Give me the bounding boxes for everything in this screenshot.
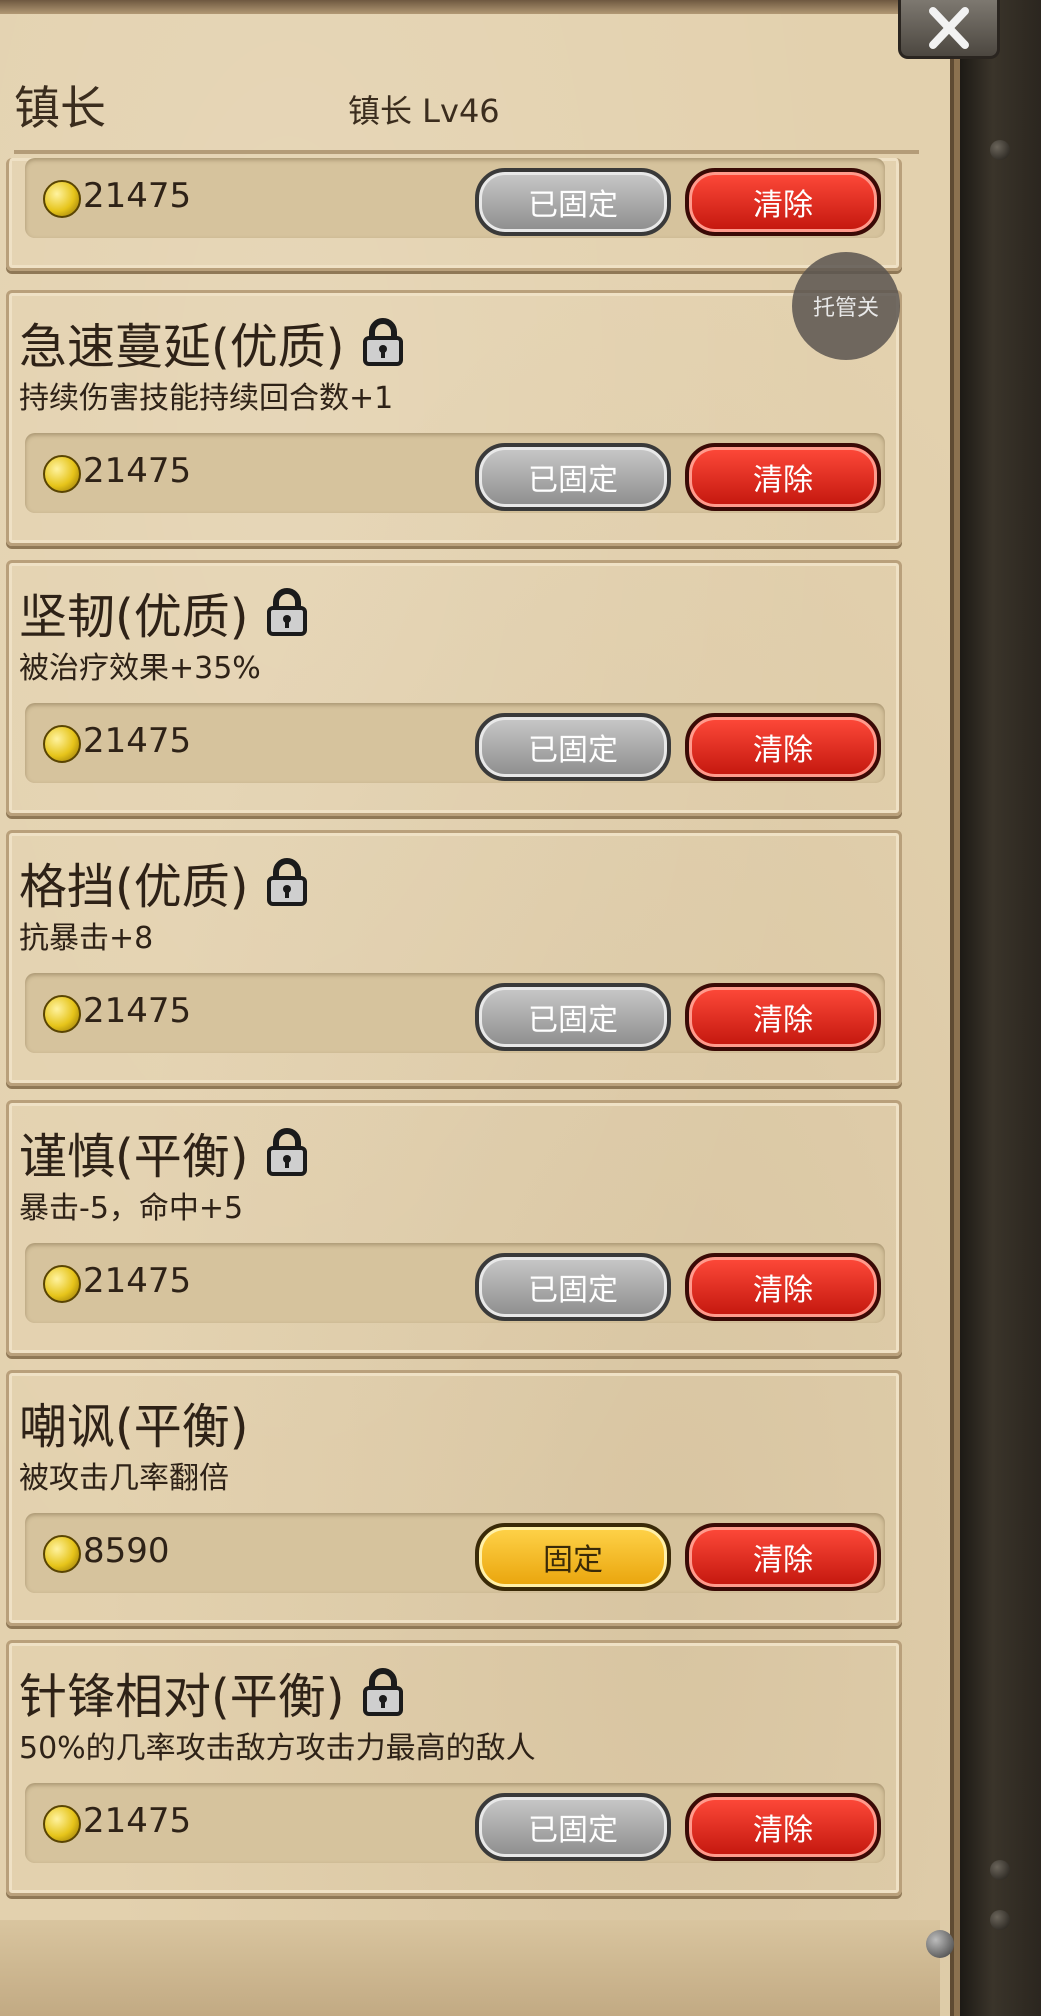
skill-row: 21475 已固定 清除 (25, 1783, 885, 1863)
cost-value: 21475 (83, 991, 192, 1031)
cost-value: 21475 (83, 1801, 192, 1841)
skill-title-text: 格挡(优质) (19, 859, 249, 915)
coin-icon (43, 725, 81, 763)
skill-title: 针锋相对(平衡) (19, 1657, 404, 1727)
close-button[interactable] (898, 0, 1000, 59)
lock-icon[interactable] (362, 1668, 404, 1716)
skill-row: 21475 已固定 清除 (25, 158, 885, 238)
fixed-button[interactable]: 已固定 (475, 983, 671, 1051)
skill-row: 8590 固定 清除 (25, 1513, 885, 1593)
skill-row: 21475 已固定 清除 (25, 703, 885, 783)
skill-title: 格挡(优质) (19, 847, 308, 917)
coin-icon (43, 995, 81, 1033)
cost-value: 21475 (83, 721, 192, 761)
page-title: 镇长 (14, 81, 106, 135)
coin-icon (43, 1805, 81, 1843)
skill-row: 21475 已固定 清除 (25, 1243, 885, 1323)
coin-icon (43, 1265, 81, 1303)
panel-bottom (0, 1920, 940, 2016)
lock-icon[interactable] (266, 1128, 308, 1176)
fixed-button[interactable]: 已固定 (475, 713, 671, 781)
scroll-knob[interactable] (926, 1930, 954, 1958)
clear-button[interactable]: 清除 (685, 168, 881, 236)
clear-button[interactable]: 清除 (685, 1253, 881, 1321)
skill-title: 谨慎(平衡) (19, 1117, 308, 1187)
skill-title-text: 急速蔓延(优质) (19, 319, 345, 375)
panel-trim (0, 0, 940, 14)
skill-title-text: 坚韧(优质) (19, 589, 249, 645)
skill-title-text: 针锋相对(平衡) (19, 1669, 345, 1725)
lock-icon[interactable] (266, 588, 308, 636)
cost-value: 21475 (83, 176, 192, 216)
fixed-button[interactable]: 已固定 (475, 1793, 671, 1861)
page-subtitle: 镇长 Lv46 (348, 92, 500, 130)
skill-card-partial: 21475 已固定 清除 (6, 158, 902, 271)
coin-icon (43, 455, 81, 493)
cost-value: 8590 (83, 1531, 170, 1571)
skill-card: 谨慎(平衡) 暴击-5，命中+5 21475 已固定 清除 (6, 1100, 902, 1356)
skill-card: 急速蔓延(优质) 持续伤害技能持续回合数+1 21475 已固定 清除 (6, 290, 902, 546)
clear-button[interactable]: 清除 (685, 713, 881, 781)
skill-description: 抗暴击+8 (19, 921, 154, 956)
bolt-icon (990, 1910, 1010, 1930)
skill-title-text: 嘲讽(平衡) (19, 1399, 249, 1455)
cost-value: 21475 (83, 1261, 192, 1301)
fixed-button[interactable]: 已固定 (475, 443, 671, 511)
lock-icon[interactable] (362, 318, 404, 366)
skill-description: 暴击-5，命中+5 (19, 1191, 244, 1226)
clear-button[interactable]: 清除 (685, 1523, 881, 1591)
skill-card: 针锋相对(平衡) 50%的几率攻击敌方攻击力最高的敌人 21475 已固定 清除 (6, 1640, 902, 1896)
skill-description: 持续伤害技能持续回合数+1 (19, 381, 394, 416)
coin-icon (43, 180, 81, 218)
clear-button[interactable]: 清除 (685, 983, 881, 1051)
close-icon (929, 7, 969, 49)
skill-card: 坚韧(优质) 被治疗效果+35% 21475 已固定 清除 (6, 560, 902, 816)
cost-value: 21475 (83, 451, 192, 491)
skill-card: 嘲讽(平衡) 被攻击几率翻倍 8590 固定 清除 (6, 1370, 902, 1626)
skill-description: 50%的几率攻击敌方攻击力最高的敌人 (19, 1731, 536, 1766)
skill-row: 21475 已固定 清除 (25, 973, 885, 1053)
skill-description: 被治疗效果+35% (19, 651, 261, 686)
auto-manage-toggle[interactable]: 托管关 (792, 252, 900, 360)
skill-row: 21475 已固定 清除 (25, 433, 885, 513)
skill-title-text: 谨慎(平衡) (19, 1129, 249, 1185)
clear-button[interactable]: 清除 (685, 443, 881, 511)
bolt-icon (990, 140, 1010, 160)
skill-title: 嘲讽(平衡) (19, 1387, 248, 1457)
background-side (960, 0, 1041, 2016)
lock-icon[interactable] (266, 858, 308, 906)
divider (14, 150, 919, 154)
fixed-button[interactable]: 已固定 (475, 1253, 671, 1321)
skill-title: 坚韧(优质) (19, 577, 308, 647)
skill-card: 格挡(优质) 抗暴击+8 21475 已固定 清除 (6, 830, 902, 1086)
skill-title: 急速蔓延(优质) (19, 307, 404, 377)
fix-button[interactable]: 固定 (475, 1523, 671, 1591)
clear-button[interactable]: 清除 (685, 1793, 881, 1861)
skill-description: 被攻击几率翻倍 (19, 1461, 229, 1496)
bolt-icon (990, 1860, 1010, 1880)
fixed-button[interactable]: 已固定 (475, 168, 671, 236)
coin-icon (43, 1535, 81, 1573)
